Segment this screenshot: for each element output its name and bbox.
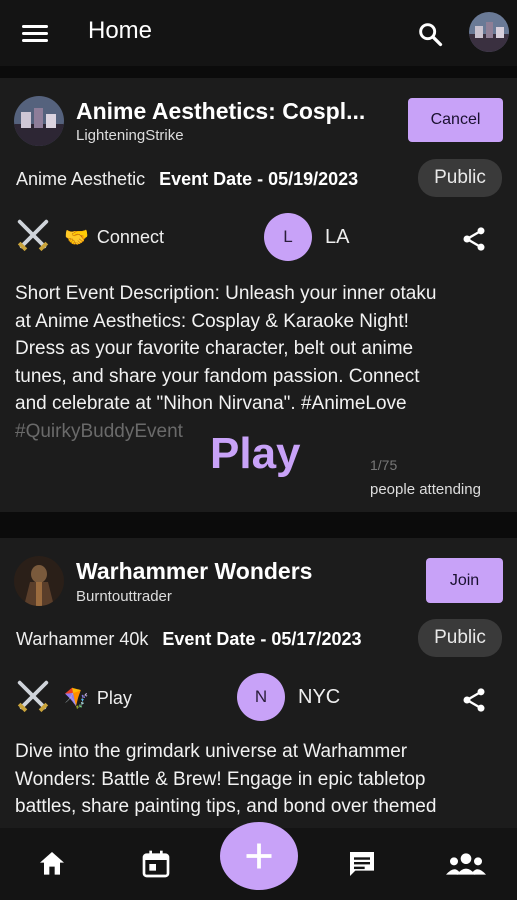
description-line: battles, share painting tips, and bond o… [15, 796, 437, 817]
chat-icon[interactable] [346, 848, 378, 880]
event-category: Anime Aesthetic [16, 169, 146, 189]
event-location: NYC [298, 686, 341, 708]
event-title[interactable]: Warhammer Wonders [76, 558, 312, 585]
add-event-button[interactable] [220, 822, 298, 890]
event-title[interactable]: Anime Aesthetics: Cospl... [76, 98, 365, 125]
search-icon[interactable] [416, 20, 444, 48]
groups-icon[interactable] [446, 848, 486, 880]
event-type-label: Connect [96, 227, 164, 247]
event-card[interactable]: Warhammer Wonders Burntouttrader Join Wa… [0, 538, 517, 828]
page-title: Home [88, 17, 153, 44]
calendar-icon[interactable] [140, 848, 172, 880]
visibility-badge: Public [418, 619, 502, 657]
handshake-icon: 🤝 [64, 227, 89, 249]
play-overlay-label[interactable]: Play [210, 429, 301, 479]
visibility-badge: Public [418, 159, 502, 197]
event-host[interactable]: LighteningStrike [76, 127, 184, 144]
location-avatar: N [237, 673, 285, 721]
add-icon [246, 843, 272, 869]
event-type: 🪁 Play [64, 686, 132, 711]
description-line: Dress as your favorite character, belt o… [15, 338, 414, 359]
event-type: 🤝 Connect [64, 225, 164, 250]
share-icon[interactable] [460, 686, 488, 714]
attendance-label: people attending [370, 481, 481, 498]
event-meta: Warhammer 40k Event Date - 05/17/2023 [16, 629, 362, 650]
share-icon[interactable] [460, 225, 488, 253]
event-type-label: Play [96, 688, 132, 708]
description-line: Wonders: Battle & Brew! Engage in epic t… [15, 768, 426, 790]
description-line: Short Event Description: Unleash your in… [15, 283, 437, 304]
kite-icon: 🪁 [64, 688, 89, 710]
description-line: tunes, and share your fandom passion. Co… [15, 365, 420, 387]
menu-icon[interactable] [22, 25, 48, 45]
host-avatar[interactable] [14, 96, 64, 146]
cancel-button[interactable]: Cancel [408, 98, 503, 142]
home-icon[interactable] [36, 848, 68, 880]
description-line: Dive into the grimdark universe at Warha… [15, 741, 408, 762]
location-avatar: L [264, 213, 312, 261]
join-button[interactable]: Join [426, 558, 503, 603]
event-host[interactable]: Burntouttrader [76, 588, 172, 605]
description-line: at Anime Aesthetics: Cosplay & Karaoke N… [15, 310, 409, 332]
description-line: and celebrate at "Nihon Nirvana". #Anime… [15, 393, 407, 414]
event-location: LA [325, 226, 350, 248]
event-date: Event Date - 05/17/2023 [162, 629, 362, 649]
user-avatar[interactable] [469, 12, 509, 52]
event-description: Dive into the grimdark universe at Warha… [15, 738, 505, 821]
event-meta: Anime Aesthetic Event Date - 05/19/2023 [16, 169, 358, 190]
event-category: Warhammer 40k [16, 629, 149, 649]
attendance-count: 1/75 [370, 457, 398, 473]
crossed-swords-icon [17, 680, 49, 713]
event-date: Event Date - 05/19/2023 [159, 169, 359, 189]
app-bar: Home [0, 0, 517, 66]
host-avatar[interactable] [14, 556, 64, 606]
crossed-swords-icon [17, 219, 49, 252]
event-description: Short Event Description: Unleash your in… [15, 280, 505, 445]
